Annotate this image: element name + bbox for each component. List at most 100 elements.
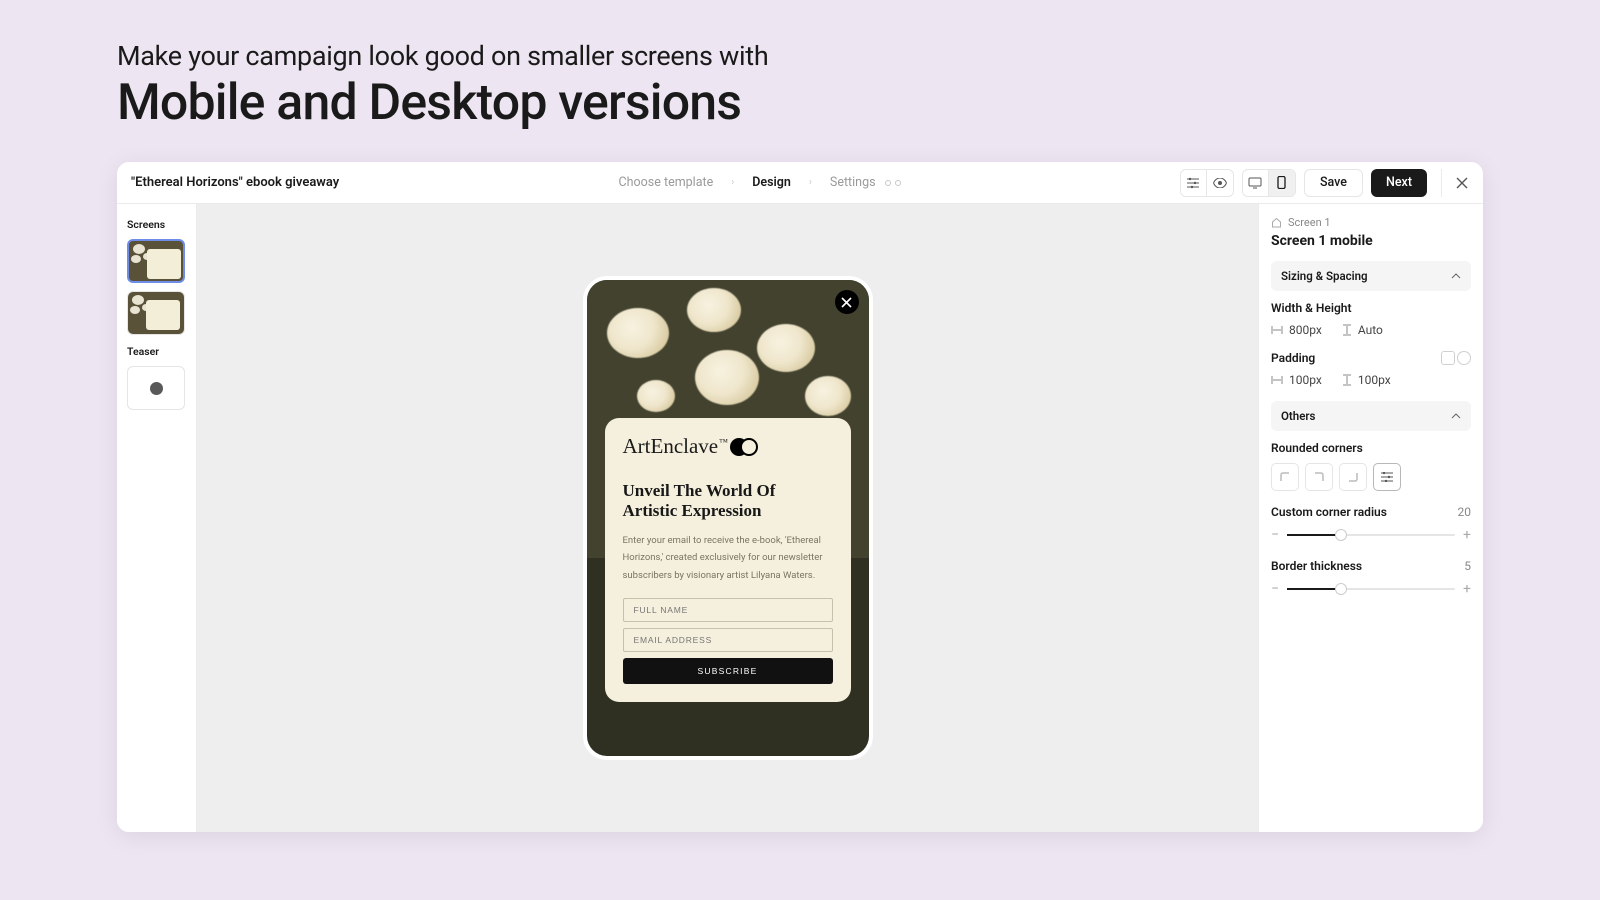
- corner-tr-icon: [1313, 471, 1325, 483]
- card-heading: Unveil The World Of Artistic Expression: [623, 481, 833, 522]
- signup-card: ArtEnclave™ Unveil The World Of Artistic…: [605, 418, 851, 702]
- padding-h-field[interactable]: 100px: [1271, 373, 1322, 387]
- chevron-up-icon: [1451, 273, 1461, 279]
- close-button[interactable]: [1441, 169, 1469, 197]
- logo-mark-icon: [730, 438, 760, 456]
- step-dots-icon: [885, 180, 901, 186]
- width-icon: [1271, 375, 1283, 385]
- border-thickness-value: 5: [1464, 559, 1471, 573]
- main-area: Screens Teaser: [117, 204, 1483, 832]
- promo-header: Make your campaign look good on smaller …: [0, 0, 1600, 162]
- chevron-right-icon: ›: [731, 177, 734, 188]
- teaser-dot-icon: [150, 382, 163, 395]
- corner-tr-button[interactable]: [1305, 463, 1333, 491]
- mobile-device-button[interactable]: [1269, 170, 1295, 196]
- independent-padding-icon: [1441, 351, 1455, 365]
- corner-preset-group: [1271, 463, 1471, 491]
- plus-icon[interactable]: +: [1463, 581, 1471, 597]
- promo-subtitle: Make your campaign look good on smaller …: [117, 40, 1600, 72]
- logo: ArtEnclave™: [623, 434, 833, 459]
- mobile-preview: ArtEnclave™ Unveil The World Of Artistic…: [587, 280, 869, 756]
- next-button[interactable]: Next: [1371, 169, 1427, 197]
- sliders-icon: [1381, 472, 1393, 482]
- teaser-heading: Teaser: [127, 345, 186, 358]
- close-icon: [841, 297, 852, 308]
- project-title: "Ethereal Horizons" ebook giveaway: [131, 175, 339, 190]
- email-input[interactable]: [623, 628, 833, 652]
- screen-thumb-1[interactable]: [127, 239, 185, 283]
- teaser-thumb[interactable]: [127, 366, 185, 410]
- inspector-panel: Screen 1 Screen 1 mobile Sizing & Spacin…: [1258, 204, 1483, 832]
- padding-v-value: 100px: [1358, 373, 1391, 387]
- border-slider[interactable]: − +: [1271, 581, 1471, 597]
- padding-row: 100px 100px: [1271, 373, 1471, 387]
- outline-view-button[interactable]: [1181, 170, 1207, 196]
- radius-slider[interactable]: − +: [1271, 527, 1471, 543]
- topbar-actions: Save Next: [1180, 169, 1469, 197]
- width-height-label: Width & Height: [1271, 301, 1471, 315]
- save-button[interactable]: Save: [1304, 169, 1363, 197]
- popup-close-button[interactable]: [835, 290, 859, 314]
- corner-tl-button[interactable]: [1271, 463, 1299, 491]
- linked-padding-icon: [1457, 351, 1471, 365]
- width-icon: [1271, 325, 1283, 335]
- breadcrumb-steps: Choose template › Design › Settings: [339, 175, 1180, 190]
- canvas: ArtEnclave™ Unveil The World Of Artistic…: [197, 204, 1258, 832]
- chevron-up-icon: [1451, 413, 1461, 419]
- border-thickness-label: Border thickness 5: [1271, 559, 1471, 573]
- custom-radius-label: Custom corner radius 20: [1271, 505, 1471, 519]
- step-settings[interactable]: Settings: [830, 175, 901, 190]
- minus-icon[interactable]: −: [1271, 527, 1279, 543]
- card-body: Enter your email to receive the e-book, …: [623, 532, 833, 585]
- section-others-label: Others: [1281, 409, 1315, 423]
- corner-all-button[interactable]: [1373, 463, 1401, 491]
- slider-handle[interactable]: [1335, 529, 1347, 541]
- left-sidebar: Screens Teaser: [117, 204, 197, 832]
- fullname-input[interactable]: [623, 598, 833, 622]
- screens-heading: Screens: [127, 218, 186, 231]
- padding-mode-toggle[interactable]: [1441, 351, 1471, 365]
- section-others[interactable]: Others: [1271, 401, 1471, 431]
- view-mode-group: [1180, 169, 1234, 197]
- chevron-right-icon: ›: [809, 177, 812, 188]
- slider-track[interactable]: [1287, 588, 1455, 590]
- desktop-icon: [1248, 177, 1262, 189]
- mobile-icon: [1277, 176, 1286, 189]
- corner-br-button[interactable]: [1339, 463, 1367, 491]
- section-sizing[interactable]: Sizing & Spacing: [1271, 261, 1471, 291]
- promo-title: Mobile and Desktop versions: [117, 74, 1600, 132]
- step-design[interactable]: Design: [752, 175, 791, 190]
- subscribe-button[interactable]: SUBSCRIBE: [623, 658, 833, 684]
- minus-icon[interactable]: −: [1271, 581, 1279, 597]
- padding-label: Padding: [1271, 351, 1471, 365]
- breadcrumb-label[interactable]: Screen 1: [1288, 216, 1331, 229]
- slider-track[interactable]: [1287, 534, 1455, 536]
- rounded-corners-label: Rounded corners: [1271, 441, 1471, 455]
- topbar: "Ethereal Horizons" ebook giveaway Choos…: [117, 162, 1483, 204]
- preview-button[interactable]: [1207, 170, 1233, 196]
- step-settings-label: Settings: [830, 175, 876, 190]
- sliders-icon: [1187, 177, 1199, 189]
- inspector-title: Screen 1 mobile: [1271, 233, 1471, 249]
- height-icon: [1342, 374, 1352, 386]
- home-icon: [1271, 217, 1282, 228]
- height-field[interactable]: Auto: [1342, 323, 1383, 337]
- padding-h-value: 100px: [1289, 373, 1322, 387]
- height-value: Auto: [1358, 323, 1383, 337]
- app-window: "Ethereal Horizons" ebook giveaway Choos…: [117, 162, 1483, 832]
- custom-radius-value: 20: [1458, 505, 1472, 519]
- width-field[interactable]: 800px: [1271, 323, 1322, 337]
- screen-thumb-2[interactable]: [127, 291, 185, 335]
- step-choose-template[interactable]: Choose template: [619, 175, 714, 190]
- eye-icon: [1213, 178, 1227, 188]
- desktop-device-button[interactable]: [1243, 170, 1269, 196]
- corner-tl-icon: [1279, 471, 1291, 483]
- height-icon: [1342, 324, 1352, 336]
- width-value: 800px: [1289, 323, 1322, 337]
- section-sizing-label: Sizing & Spacing: [1281, 269, 1368, 283]
- padding-v-field[interactable]: 100px: [1342, 373, 1391, 387]
- slider-handle[interactable]: [1335, 583, 1347, 595]
- width-height-row: 800px Auto: [1271, 323, 1471, 337]
- plus-icon[interactable]: +: [1463, 527, 1471, 543]
- inspector-breadcrumb: Screen 1: [1271, 216, 1471, 229]
